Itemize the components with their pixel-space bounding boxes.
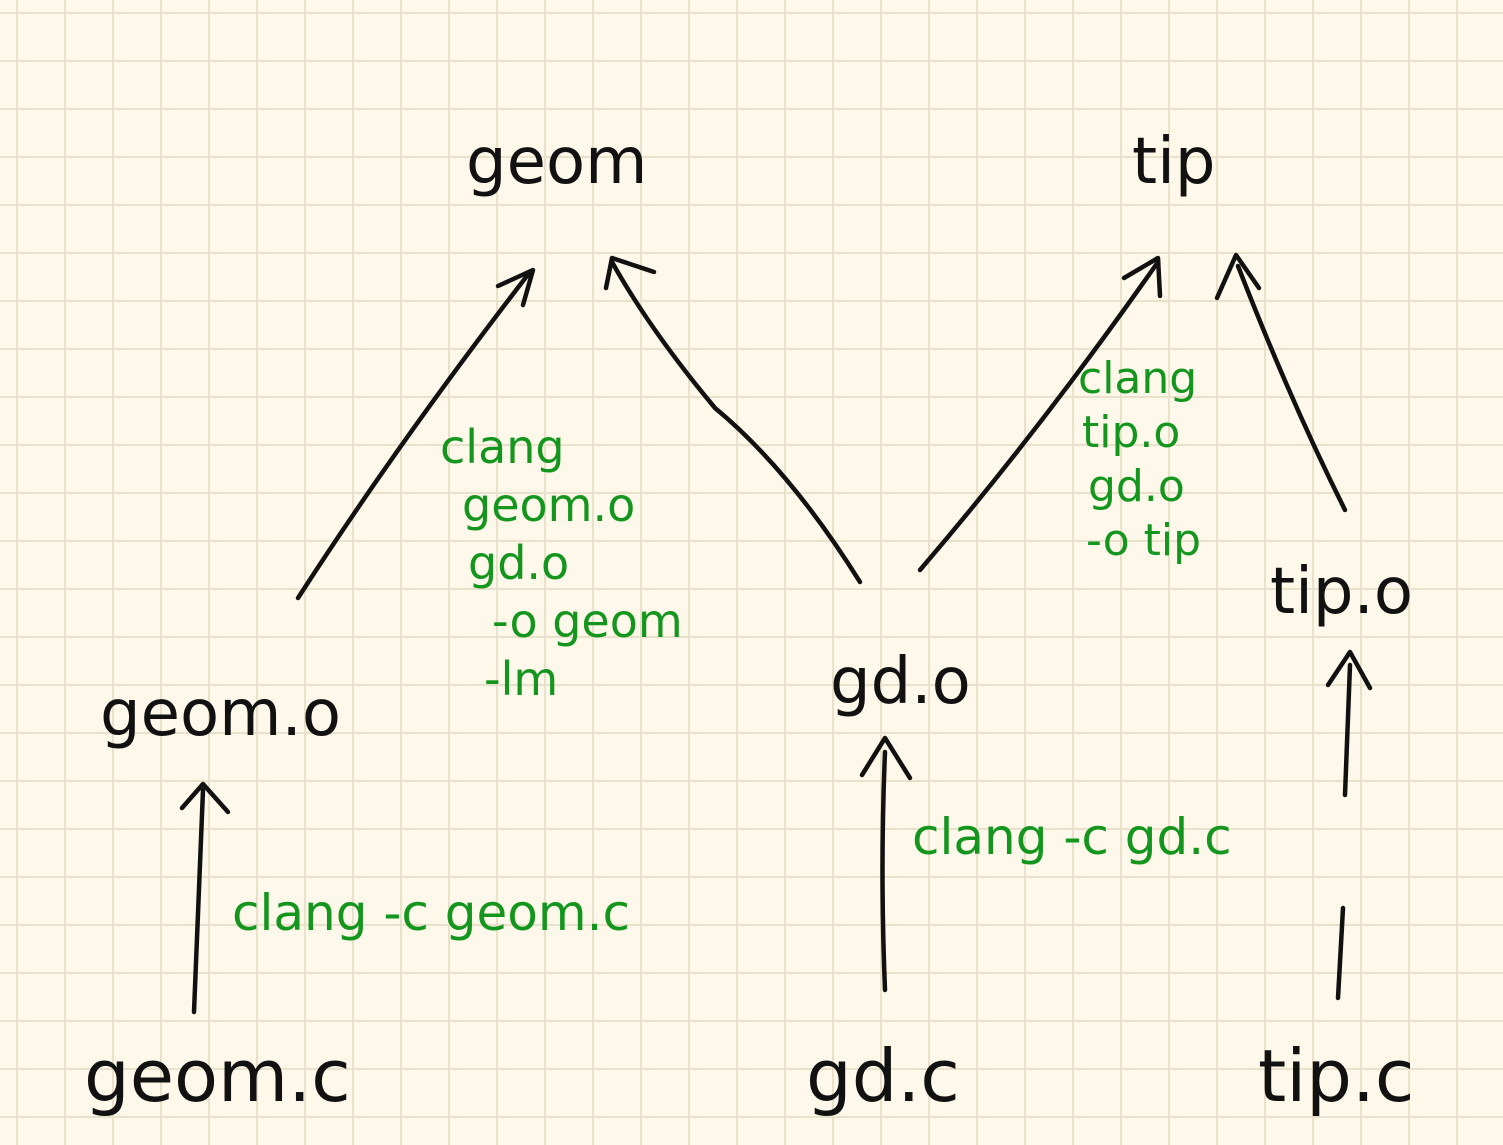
command-compile-geom: clang -c geom.c bbox=[232, 884, 630, 942]
command-line: -lm bbox=[484, 652, 559, 706]
arrowhead-tip-right bbox=[1214, 252, 1262, 301]
arrowhead-geom-right bbox=[603, 255, 657, 291]
node-geom-c: geom.c bbox=[84, 1034, 351, 1118]
node-geom-o: geom.o bbox=[100, 677, 341, 751]
arrow-tip-c-to-tip-o-lower bbox=[1335, 905, 1346, 1001]
arrow-geom-c-to-geom-o bbox=[191, 787, 206, 1015]
whiteboard-canvas: geom tip geom.o gd.o tip.o geom.c gd.c t… bbox=[0, 0, 1503, 1145]
command-line: -o tip bbox=[1086, 515, 1202, 566]
command-link-geom: clang geom.o gd.o -o geom -lm bbox=[440, 418, 683, 708]
node-tip-o: tip.o bbox=[1270, 555, 1413, 629]
node-geom: geom bbox=[466, 125, 648, 199]
command-line: clang bbox=[1078, 353, 1198, 404]
arrowhead-geom-o bbox=[179, 781, 231, 815]
node-tip-c: tip.c bbox=[1258, 1034, 1415, 1118]
command-line: gd.o bbox=[1088, 461, 1185, 512]
command-compile-gd: clang -c gd.c bbox=[912, 808, 1232, 866]
command-line: clang bbox=[440, 420, 565, 474]
command-link-tip: clang tip.o gd.o -o tip bbox=[1078, 352, 1201, 568]
node-gd-o: gd.o bbox=[830, 645, 971, 719]
arrow-tip-o-to-tip bbox=[1235, 263, 1348, 513]
node-gd-c: gd.c bbox=[806, 1034, 960, 1118]
arrow-gd-c-to-gd-o bbox=[880, 749, 888, 993]
command-line: gd.o bbox=[468, 536, 570, 590]
command-line: tip.o bbox=[1082, 407, 1181, 458]
command-line: -o geom bbox=[492, 594, 683, 648]
command-line: geom.o bbox=[462, 478, 636, 532]
arrow-tip-c-to-tip-o-upper bbox=[1342, 662, 1353, 798]
node-tip: tip bbox=[1132, 125, 1216, 199]
